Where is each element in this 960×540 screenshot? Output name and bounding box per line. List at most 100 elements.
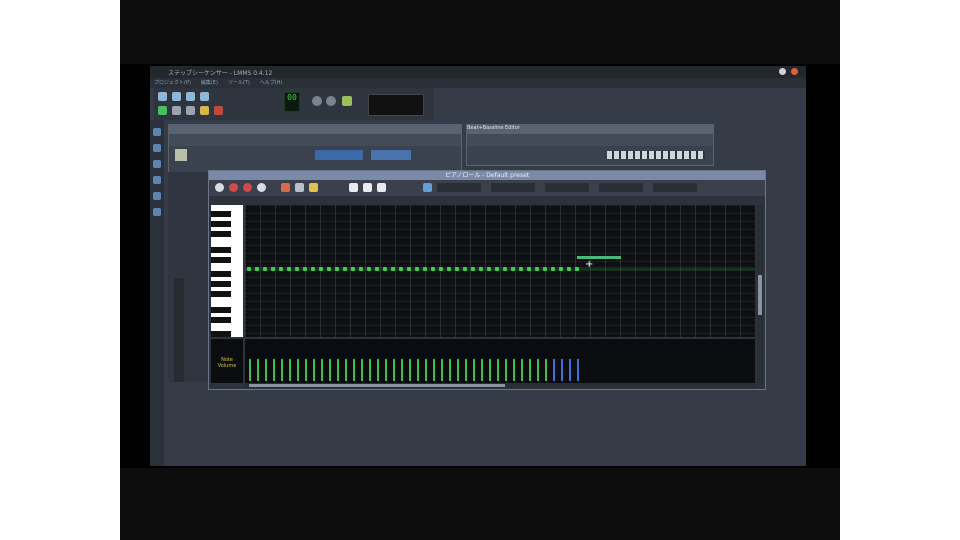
note[interactable] bbox=[527, 267, 531, 271]
beat-editor-icon[interactable] bbox=[172, 106, 181, 115]
note-grid[interactable]: + bbox=[245, 205, 755, 337]
black-key[interactable] bbox=[211, 331, 231, 337]
velocity-bar[interactable] bbox=[449, 359, 451, 381]
velocity-bar[interactable] bbox=[505, 359, 507, 381]
velocity-lane[interactable] bbox=[245, 339, 755, 383]
menu-tools[interactable]: ツール(T) bbox=[228, 79, 250, 86]
knob-icon[interactable] bbox=[312, 96, 322, 106]
note[interactable] bbox=[367, 267, 371, 271]
export-icon[interactable] bbox=[200, 92, 209, 101]
save-project-icon[interactable] bbox=[186, 92, 195, 101]
note[interactable] bbox=[455, 267, 459, 271]
note[interactable] bbox=[391, 267, 395, 271]
velocity-bar[interactable] bbox=[529, 359, 531, 381]
velocity-bar[interactable] bbox=[521, 359, 523, 381]
velocity-bar[interactable] bbox=[345, 359, 347, 381]
velocity-bar[interactable] bbox=[361, 359, 363, 381]
knob-icon-2[interactable] bbox=[326, 96, 336, 106]
note[interactable] bbox=[423, 267, 427, 271]
note[interactable] bbox=[319, 267, 323, 271]
quantize-combo[interactable] bbox=[491, 183, 535, 192]
note[interactable] bbox=[351, 267, 355, 271]
black-key[interactable] bbox=[211, 317, 231, 323]
selected-note[interactable] bbox=[577, 256, 621, 259]
home-icon[interactable] bbox=[153, 176, 161, 184]
velocity-bar[interactable] bbox=[337, 359, 339, 381]
fx-mixer-icon[interactable] bbox=[214, 106, 223, 115]
copy-icon[interactable] bbox=[363, 183, 372, 192]
scale-combo[interactable] bbox=[599, 183, 643, 192]
new-project-icon[interactable] bbox=[158, 92, 167, 101]
note[interactable] bbox=[407, 267, 411, 271]
tempo-display[interactable]: 00 bbox=[284, 92, 300, 112]
select-icon[interactable] bbox=[309, 183, 318, 192]
note[interactable] bbox=[551, 267, 555, 271]
velocity-bar[interactable] bbox=[513, 359, 515, 381]
velocity-bar[interactable] bbox=[561, 359, 563, 381]
note[interactable] bbox=[343, 267, 347, 271]
note[interactable] bbox=[575, 267, 579, 271]
velocity-bar[interactable] bbox=[257, 359, 259, 381]
note[interactable] bbox=[487, 267, 491, 271]
velocity-bar[interactable] bbox=[385, 359, 387, 381]
pattern-block[interactable] bbox=[315, 150, 363, 160]
note[interactable] bbox=[383, 267, 387, 271]
record-accompany-icon[interactable] bbox=[243, 183, 252, 192]
velocity-bar[interactable] bbox=[329, 359, 331, 381]
velocity-bar[interactable] bbox=[289, 359, 291, 381]
chord-combo[interactable] bbox=[653, 183, 697, 192]
velocity-bar[interactable] bbox=[433, 359, 435, 381]
black-key[interactable] bbox=[211, 211, 231, 217]
minimize-icon[interactable] bbox=[779, 68, 786, 75]
velocity-bar[interactable] bbox=[377, 359, 379, 381]
velocity-bar[interactable] bbox=[473, 359, 475, 381]
close-icon[interactable] bbox=[791, 68, 798, 75]
instrument-plugins-icon[interactable] bbox=[153, 208, 161, 216]
volume-slider[interactable] bbox=[174, 278, 184, 382]
velocity-bar[interactable] bbox=[465, 359, 467, 381]
note[interactable] bbox=[471, 267, 475, 271]
zoom-icon[interactable] bbox=[423, 183, 432, 192]
velocity-bar[interactable] bbox=[305, 359, 307, 381]
note[interactable] bbox=[463, 267, 467, 271]
menu-project[interactable]: プロジェクト(P) bbox=[154, 79, 191, 86]
note[interactable] bbox=[327, 267, 331, 271]
black-key[interactable] bbox=[211, 247, 231, 253]
vertical-scrollbar[interactable] bbox=[757, 205, 763, 385]
note[interactable] bbox=[495, 267, 499, 271]
note[interactable] bbox=[511, 267, 515, 271]
note[interactable] bbox=[415, 267, 419, 271]
note[interactable] bbox=[503, 267, 507, 271]
note[interactable] bbox=[479, 267, 483, 271]
velocity-bar[interactable] bbox=[457, 359, 459, 381]
note-length-combo[interactable] bbox=[545, 183, 589, 192]
velocity-bar[interactable] bbox=[577, 359, 579, 381]
paste-icon[interactable] bbox=[377, 183, 386, 192]
velocity-bar[interactable] bbox=[481, 359, 483, 381]
cut-icon[interactable] bbox=[349, 183, 358, 192]
record-icon[interactable] bbox=[229, 183, 238, 192]
note[interactable] bbox=[359, 267, 363, 271]
pattern-block-2[interactable] bbox=[371, 150, 411, 160]
note[interactable] bbox=[535, 267, 539, 271]
velocity-bar[interactable] bbox=[281, 359, 283, 381]
velocity-bar[interactable] bbox=[497, 359, 499, 381]
note[interactable] bbox=[279, 267, 283, 271]
note[interactable] bbox=[399, 267, 403, 271]
stop-icon[interactable] bbox=[257, 183, 266, 192]
velocity-bar[interactable] bbox=[569, 359, 571, 381]
open-project-icon[interactable] bbox=[172, 92, 181, 101]
black-key[interactable] bbox=[211, 257, 231, 263]
note[interactable] bbox=[335, 267, 339, 271]
horizontal-scrollbar[interactable] bbox=[245, 383, 755, 388]
velocity-bar[interactable] bbox=[409, 359, 411, 381]
black-key[interactable] bbox=[211, 307, 231, 313]
note[interactable] bbox=[303, 267, 307, 271]
velocity-bar[interactable] bbox=[313, 359, 315, 381]
velocity-bar[interactable] bbox=[489, 359, 491, 381]
note[interactable] bbox=[311, 267, 315, 271]
velocity-bar[interactable] bbox=[273, 359, 275, 381]
pencil-icon[interactable] bbox=[281, 183, 290, 192]
volume-icon[interactable] bbox=[342, 96, 352, 106]
play-icon[interactable] bbox=[215, 183, 224, 192]
